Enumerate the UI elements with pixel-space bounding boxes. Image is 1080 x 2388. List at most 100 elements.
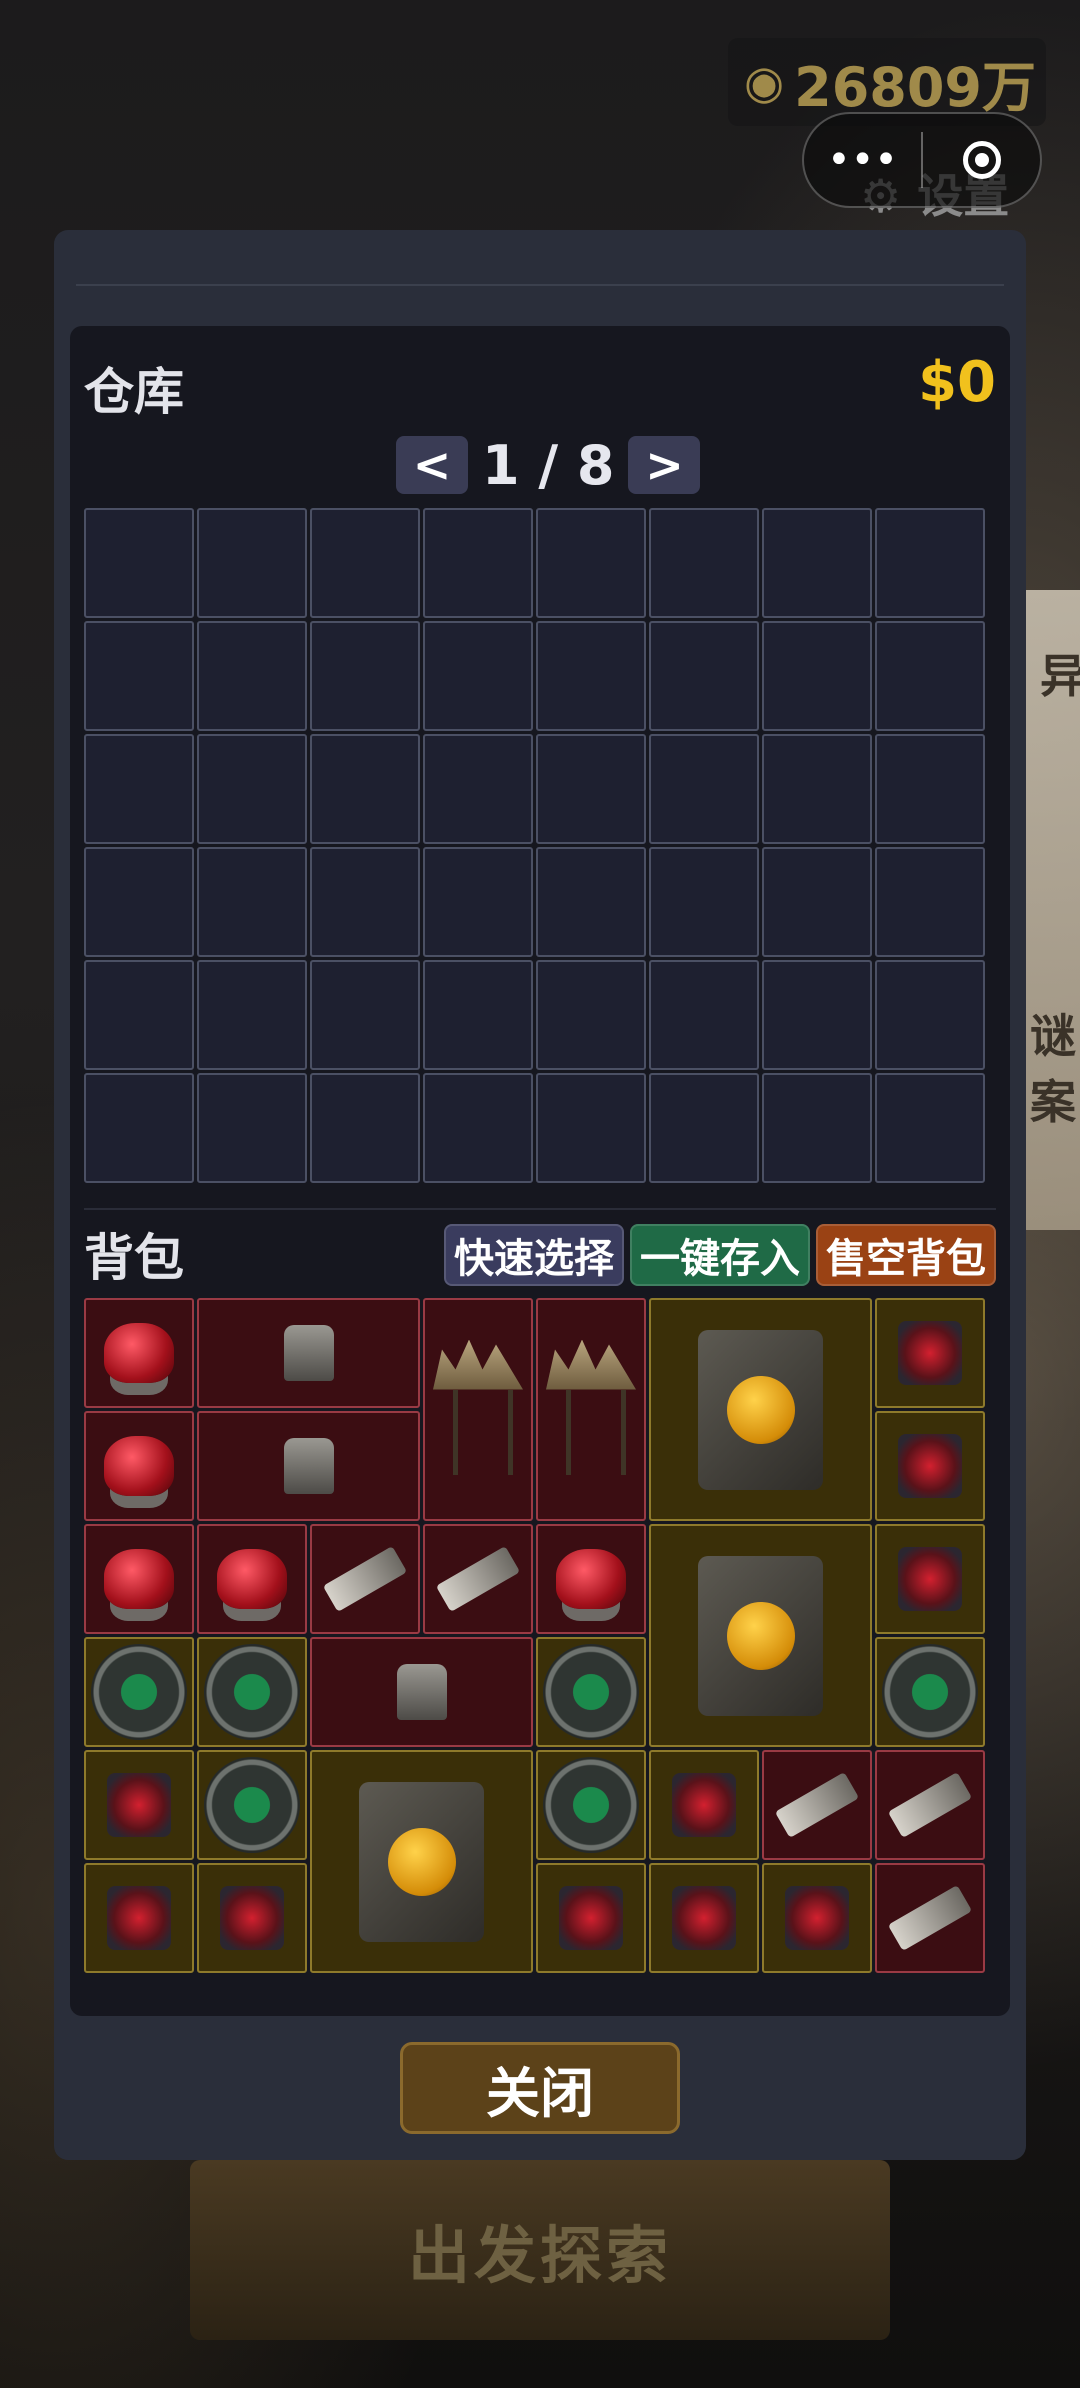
warehouse-slot[interactable] <box>649 1073 759 1183</box>
warehouse-slot[interactable] <box>423 960 533 1070</box>
warehouse-slot[interactable] <box>84 960 194 1070</box>
orb-icon <box>543 1644 639 1740</box>
warehouse-slot[interactable] <box>423 621 533 731</box>
warehouse-slot[interactable] <box>875 508 985 618</box>
warehouse-slot[interactable] <box>197 847 307 957</box>
item-red-splinter[interactable] <box>84 1750 194 1860</box>
item-red-splinter[interactable] <box>762 1863 872 1973</box>
warehouse-slot[interactable] <box>762 960 872 1070</box>
item-emerald-orb[interactable] <box>197 1637 307 1747</box>
warehouse-slot[interactable] <box>84 1073 194 1183</box>
section-divider <box>84 1208 996 1210</box>
warehouse-slot[interactable] <box>875 621 985 731</box>
item-emerald-orb[interactable] <box>536 1637 646 1747</box>
item-stone-totem[interactable] <box>310 1637 533 1747</box>
quick-select-button[interactable]: 快速选择 <box>444 1224 624 1286</box>
money-bag-icon: ◉ <box>743 55 785 109</box>
item-emerald-orb[interactable] <box>536 1750 646 1860</box>
warehouse-slot[interactable] <box>423 1073 533 1183</box>
item-crown-relic[interactable] <box>536 1298 646 1521</box>
warehouse-slot[interactable] <box>536 621 646 731</box>
item-bone-shard[interactable] <box>310 1524 420 1634</box>
warehouse-slot[interactable] <box>310 508 420 618</box>
warehouse-slot[interactable] <box>310 734 420 844</box>
warehouse-slot[interactable] <box>762 508 872 618</box>
item-amber-tablet[interactable] <box>649 1298 872 1521</box>
item-bone-shard[interactable] <box>875 1863 985 1973</box>
warehouse-slot[interactable] <box>875 960 985 1070</box>
tablet-icon <box>698 1329 823 1490</box>
item-red-gem[interactable] <box>84 1298 194 1408</box>
warehouse-slot[interactable] <box>649 621 759 731</box>
item-red-gem[interactable] <box>536 1524 646 1634</box>
warehouse-slot[interactable] <box>84 621 194 731</box>
warehouse-slot[interactable] <box>875 1073 985 1183</box>
item-crown-relic[interactable] <box>423 1298 533 1521</box>
warehouse-slot[interactable] <box>84 508 194 618</box>
item-red-splinter[interactable] <box>875 1298 985 1408</box>
item-stone-totem[interactable] <box>197 1411 420 1521</box>
warehouse-slot[interactable] <box>762 847 872 957</box>
item-red-splinter[interactable] <box>875 1524 985 1634</box>
warehouse-slot[interactable] <box>423 847 533 957</box>
item-stone-totem[interactable] <box>197 1298 420 1408</box>
warehouse-slot[interactable] <box>423 734 533 844</box>
item-red-gem[interactable] <box>197 1524 307 1634</box>
explore-button-background: 出发探索 <box>190 2160 890 2340</box>
item-bone-shard[interactable] <box>423 1524 533 1634</box>
item-bone-shard[interactable] <box>875 1750 985 1860</box>
next-page-button[interactable]: > <box>628 436 701 494</box>
shard-icon <box>435 1546 521 1612</box>
close-button[interactable]: 关闭 <box>400 2042 680 2134</box>
warehouse-slot[interactable] <box>310 1073 420 1183</box>
warehouse-slot[interactable] <box>649 847 759 957</box>
warehouse-slot[interactable] <box>875 734 985 844</box>
item-emerald-orb[interactable] <box>197 1750 307 1860</box>
item-emerald-orb[interactable] <box>84 1637 194 1747</box>
warehouse-slot[interactable] <box>197 1073 307 1183</box>
warehouse-slot[interactable] <box>875 847 985 957</box>
sell-all-button[interactable]: 售空背包 <box>816 1224 996 1286</box>
splinter-icon <box>672 1886 736 1950</box>
warehouse-slot[interactable] <box>536 847 646 957</box>
warehouse-slot[interactable] <box>84 734 194 844</box>
warehouse-slot[interactable] <box>197 960 307 1070</box>
gem-icon <box>217 1549 287 1609</box>
item-amber-tablet[interactable] <box>649 1524 872 1747</box>
backpack-grid <box>84 1298 994 1978</box>
prev-page-button[interactable]: < <box>396 436 468 494</box>
more-dots-icon[interactable]: ••• <box>804 114 921 206</box>
item-red-gem[interactable] <box>84 1411 194 1521</box>
item-red-splinter[interactable] <box>84 1863 194 1973</box>
item-emerald-orb[interactable] <box>875 1637 985 1747</box>
warehouse-slot[interactable] <box>197 508 307 618</box>
warehouse-slot[interactable] <box>536 960 646 1070</box>
warehouse-slot[interactable] <box>536 734 646 844</box>
item-red-splinter[interactable] <box>649 1750 759 1860</box>
gem-icon <box>104 1436 174 1496</box>
item-red-splinter[interactable] <box>875 1411 985 1521</box>
miniprogram-close-icon[interactable] <box>923 114 1040 206</box>
warehouse-slot[interactable] <box>762 621 872 731</box>
warehouse-slot[interactable] <box>423 508 533 618</box>
warehouse-slot[interactable] <box>536 1073 646 1183</box>
warehouse-slot[interactable] <box>649 734 759 844</box>
warehouse-slot[interactable] <box>536 508 646 618</box>
warehouse-slot[interactable] <box>310 960 420 1070</box>
warehouse-slot[interactable] <box>197 734 307 844</box>
deposit-all-button[interactable]: 一键存入 <box>630 1224 810 1286</box>
item-amber-tablet[interactable] <box>310 1750 533 1973</box>
warehouse-slot[interactable] <box>762 1073 872 1183</box>
warehouse-slot[interactable] <box>310 847 420 957</box>
item-red-splinter[interactable] <box>649 1863 759 1973</box>
item-bone-shard[interactable] <box>762 1750 872 1860</box>
warehouse-slot[interactable] <box>649 960 759 1070</box>
item-red-splinter[interactable] <box>536 1863 646 1973</box>
warehouse-slot[interactable] <box>762 734 872 844</box>
item-red-splinter[interactable] <box>197 1863 307 1973</box>
warehouse-slot[interactable] <box>649 508 759 618</box>
warehouse-slot[interactable] <box>84 847 194 957</box>
warehouse-slot[interactable] <box>310 621 420 731</box>
item-red-gem[interactable] <box>84 1524 194 1634</box>
warehouse-slot[interactable] <box>197 621 307 731</box>
